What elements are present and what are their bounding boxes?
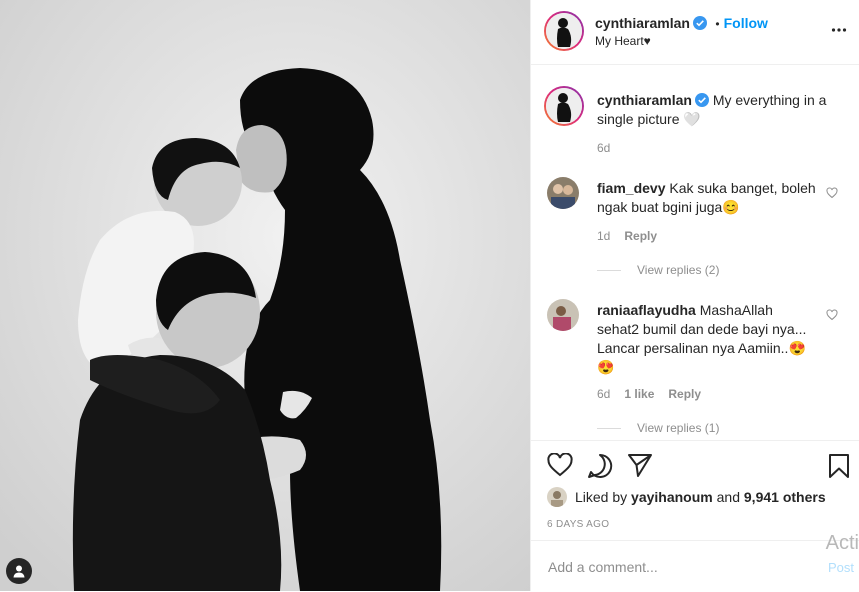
liker-username[interactable]: yayihanoum [631, 489, 713, 505]
post-comment-button[interactable]: Post [828, 560, 854, 575]
post-location[interactable]: My Heart♥ [595, 34, 651, 48]
avatar-image [547, 177, 579, 209]
post-actions: Liked by yayihanoum and 9,941 others 6 D… [531, 440, 859, 541]
comment-meta: 6d 1 like Reply [597, 387, 715, 401]
comment-button[interactable] [587, 453, 613, 484]
avatar-image [551, 491, 563, 507]
caption-time[interactable]: 6d [597, 141, 610, 155]
verified-icon [694, 93, 709, 107]
post-side-panel: cynthiaramlan • Follow My Heart♥ cynthiar… [530, 0, 859, 591]
post-timestamp[interactable]: 6 DAYS AGO [547, 519, 609, 530]
family-photo-image [0, 0, 530, 591]
comment-like-button[interactable] [826, 186, 838, 204]
more-options-button[interactable] [831, 22, 847, 43]
comment-time[interactable]: 1d [597, 229, 610, 243]
likes-count[interactable]: 9,941 others [744, 489, 826, 505]
likes-prefix: Liked by [575, 489, 628, 505]
view-replies-button[interactable]: View replies (1) [597, 421, 719, 435]
verified-icon [692, 16, 707, 30]
separator-dot: • [715, 17, 720, 31]
share-button[interactable] [627, 453, 653, 482]
share-icon [628, 454, 652, 477]
comment-input[interactable] [546, 558, 790, 576]
more-icon [831, 28, 847, 32]
reply-button[interactable]: Reply [668, 387, 701, 401]
user-tag-icon [13, 565, 25, 578]
likes-and: and [716, 489, 740, 505]
activation-watermark: Acti [825, 532, 859, 554]
user-tag-button[interactable] [6, 558, 32, 584]
follow-button[interactable]: Follow [724, 15, 768, 31]
like-button[interactable] [547, 452, 573, 482]
likes-summary: Liked by yayihanoum and 9,941 others [547, 487, 826, 507]
heart-icon [826, 309, 838, 321]
divider-line [597, 427, 621, 429]
heart-icon [547, 452, 573, 477]
comment-likes[interactable]: 1 like [624, 387, 654, 401]
save-button[interactable] [828, 453, 850, 484]
avatar-image [546, 88, 582, 124]
author-username[interactable]: cynthiaramlan [595, 15, 690, 31]
comment-time[interactable]: 6d [597, 387, 610, 401]
post-header: cynthiaramlan • Follow My Heart♥ [531, 0, 859, 65]
view-replies-label: View replies (2) [637, 263, 720, 277]
reply-button[interactable]: Reply [624, 229, 657, 243]
comment-username[interactable]: fiam_devy [597, 180, 665, 196]
save-icon [829, 454, 849, 478]
commenter-avatar[interactable] [547, 299, 579, 331]
caption-avatar[interactable] [544, 86, 584, 126]
heart-icon [826, 187, 838, 199]
liker-avatar[interactable] [547, 487, 567, 507]
comment-icon [588, 453, 613, 478]
comment: raniaaflayudha MashaAllah sehat2 bumil d… [597, 301, 817, 377]
comments-list[interactable]: cynthiaramlan My everything in a single … [531, 65, 859, 439]
view-replies-label: View replies (1) [637, 421, 720, 435]
post-photo[interactable] [0, 0, 530, 591]
comment-like-button[interactable] [826, 308, 838, 326]
comment-meta: 1d Reply [597, 229, 671, 243]
avatar-image [547, 299, 579, 331]
view-replies-button[interactable]: View replies (2) [597, 263, 719, 277]
caption: cynthiaramlan My everything in a single … [597, 91, 837, 129]
author-avatar[interactable] [544, 11, 584, 51]
avatar-image [546, 13, 582, 49]
commenter-avatar[interactable] [547, 177, 579, 209]
divider-line [597, 269, 621, 271]
caption-username[interactable]: cynthiaramlan [597, 92, 692, 108]
comment: fiam_devy Kak suka banget, boleh ngak bu… [597, 179, 817, 217]
comment-username[interactable]: raniaaflayudha [597, 302, 696, 318]
add-comment-bar: Post [531, 540, 859, 592]
